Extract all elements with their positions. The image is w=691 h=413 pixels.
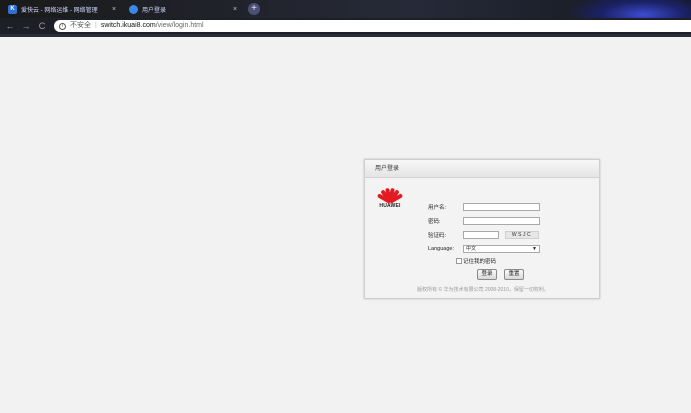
password-row: 密码: xyxy=(428,216,540,225)
logo-text: HUAWEI xyxy=(379,203,401,209)
url-host: switch.ikuai8.com xyxy=(100,22,156,29)
login-panel: 用户登录 HUAWEI 用户名: 密码: 验证码: WSJC Language:… xyxy=(364,159,600,299)
captcha-input[interactable] xyxy=(463,230,499,239)
username-label: 用户名: xyxy=(428,204,447,211)
remember-me: 记住我的密码 xyxy=(456,257,496,265)
tab-label: 爱快云 - 网络运维 - 网络管理 xyxy=(21,7,98,14)
captcha-row: 验证码: WSJC xyxy=(428,230,539,239)
username-input[interactable] xyxy=(463,202,540,211)
password-input[interactable] xyxy=(463,216,540,225)
reload-icon[interactable]: C xyxy=(36,20,48,32)
close-icon[interactable]: × xyxy=(233,6,237,13)
login-button[interactable]: 登录 xyxy=(477,269,497,280)
remember-label: 记住我的密码 xyxy=(463,259,497,265)
browser-tab-bar: K 爱快云 - 网络运维 - 网络管理 × 用户登录 × + xyxy=(0,0,691,36)
captcha-label: 验证码: xyxy=(428,232,447,239)
tab-label: 用户登录 xyxy=(142,7,167,14)
panel-title: 用户登录 xyxy=(365,160,599,178)
username-row: 用户名: xyxy=(428,202,540,211)
globe-icon xyxy=(129,4,138,14)
info-icon[interactable]: i xyxy=(59,22,66,30)
insecure-label: 不安全 xyxy=(70,22,91,29)
back-icon[interactable]: ← xyxy=(4,20,16,32)
url-path: /view/login.html xyxy=(155,22,204,29)
captcha-image[interactable]: WSJC xyxy=(505,230,539,239)
toolbar-shadow xyxy=(0,34,691,37)
tab-ikuai[interactable]: K 爱快云 - 网络运维 - 网络管理 × xyxy=(8,2,116,16)
huawei-flower-icon xyxy=(376,184,404,204)
new-tab-button[interactable]: + xyxy=(248,3,260,15)
address-toolbar: ← → C i 不安全 | switch.ikuai8.com/view/log… xyxy=(0,18,691,34)
language-select[interactable]: 中文 ▼ xyxy=(463,244,540,253)
password-label: 密码: xyxy=(428,218,441,225)
copyright-text: 版权所有 © 华为技术有限公司 2008-2010，保留一切权利。 xyxy=(417,287,549,293)
language-label: Language: xyxy=(428,245,454,252)
remember-checkbox[interactable] xyxy=(456,258,462,264)
tab-login[interactable]: 用户登录 × xyxy=(129,2,237,16)
reset-button[interactable]: 重置 xyxy=(504,269,524,280)
close-icon[interactable]: × xyxy=(112,6,116,13)
dropdown-arrow-icon: ▼ xyxy=(532,245,537,252)
forward-icon[interactable]: → xyxy=(20,20,32,32)
language-row: Language: 中文 ▼ xyxy=(428,244,540,253)
address-bar[interactable]: i 不安全 | switch.ikuai8.com/view/login.htm… xyxy=(54,20,691,32)
huawei-logo: HUAWEI xyxy=(376,184,404,209)
ikuai-k-icon: K xyxy=(8,4,17,14)
address-separator: | xyxy=(95,22,97,29)
language-value: 中文 xyxy=(466,245,477,252)
